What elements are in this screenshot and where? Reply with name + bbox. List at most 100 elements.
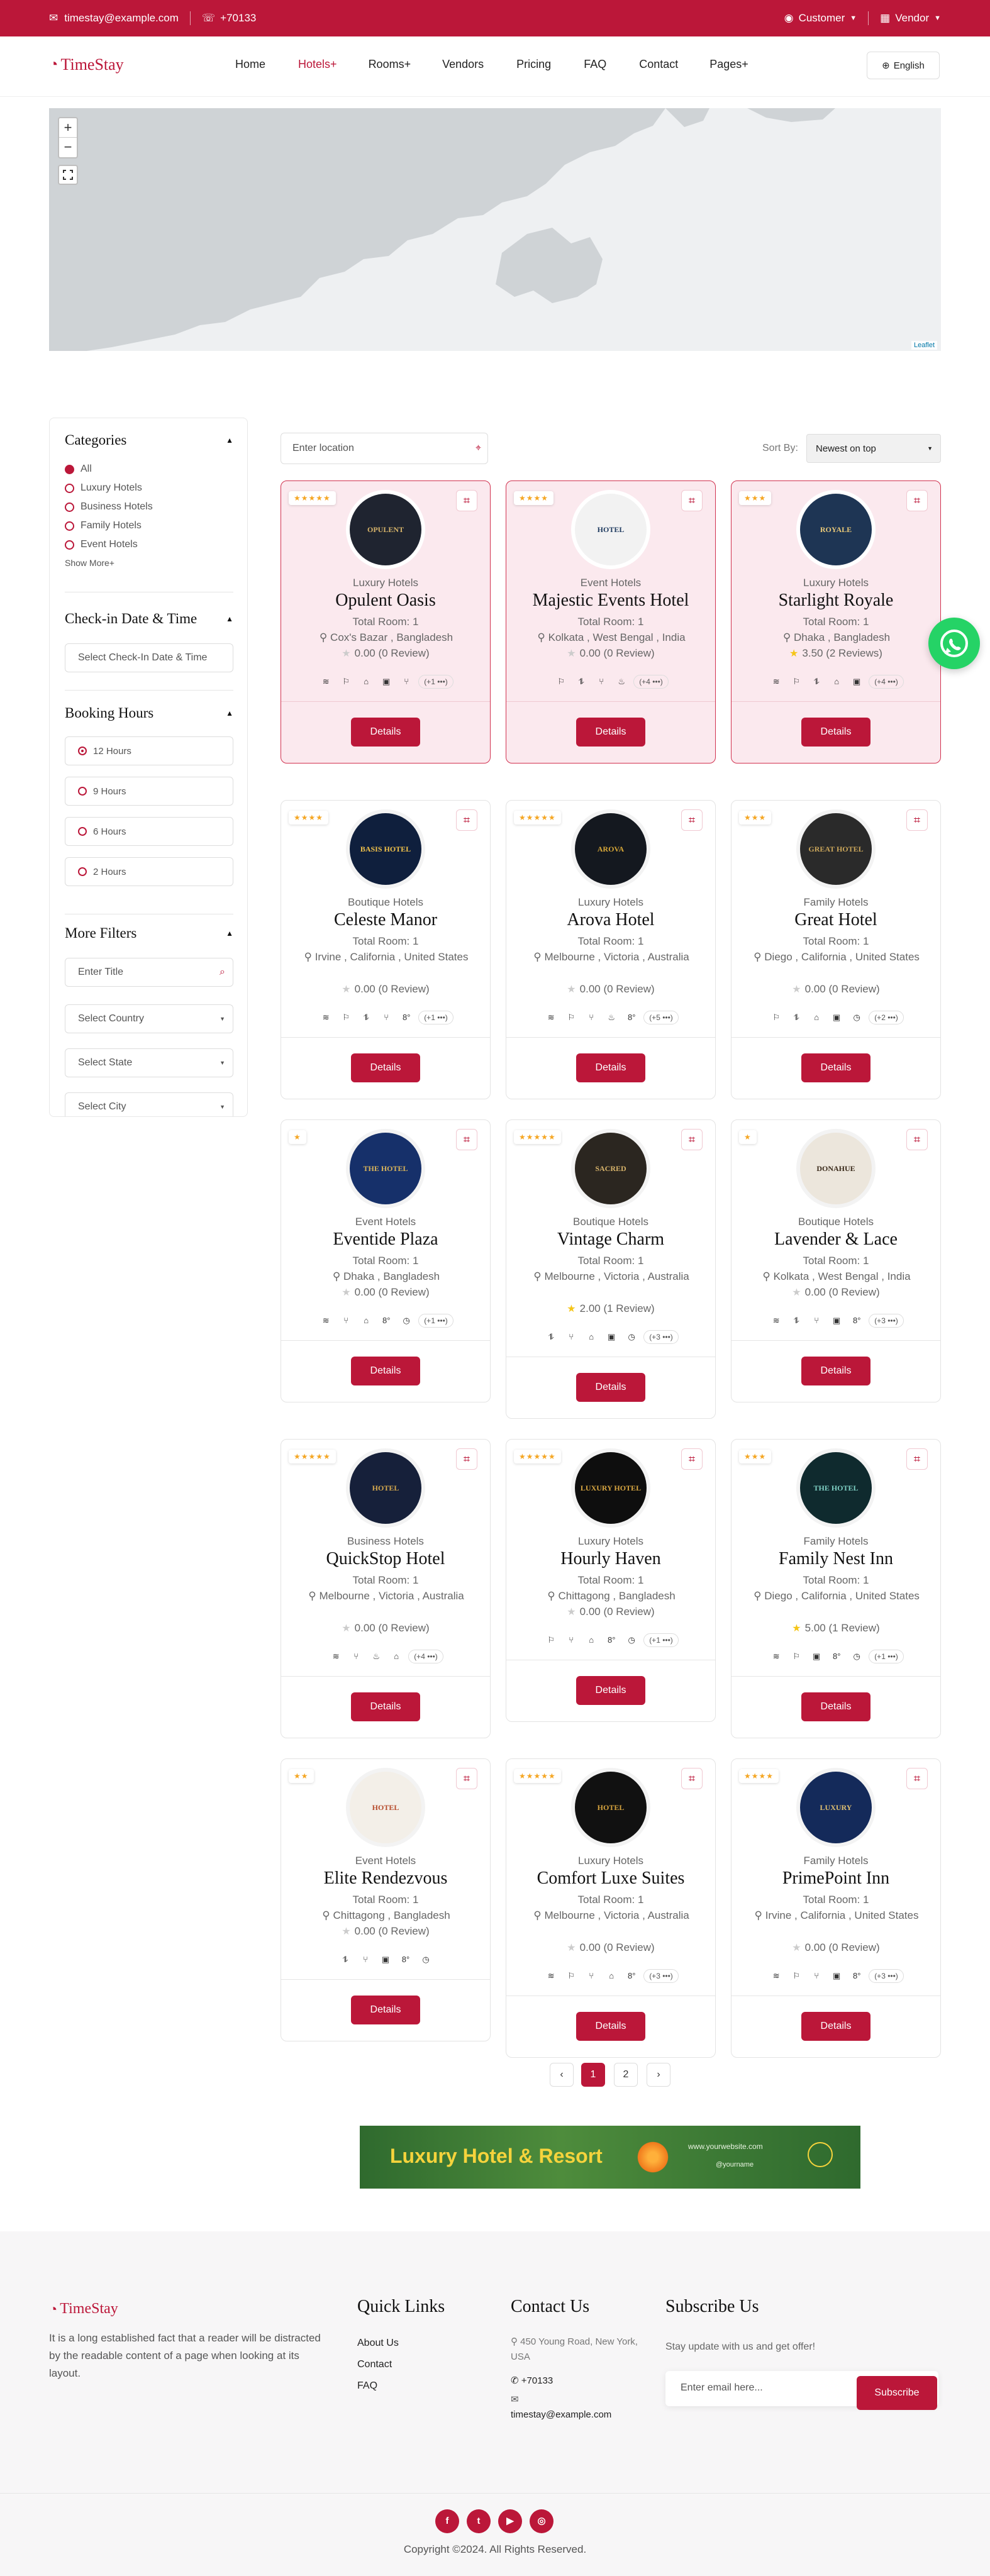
hotel-card[interactable]: ★★★★★ ⌗ HOTEL Business Hotels QuickStop …	[281, 1439, 491, 1738]
footer-link-contact[interactable]: Contact	[357, 2356, 392, 2373]
hotel-card[interactable]: ★★★★ ⌗ LUXURY Family Hotels PrimePoint I…	[731, 1758, 941, 2058]
hotel-card[interactable]: ★★★ ⌗ ROYALE Luxury Hotels Starlight Roy…	[731, 480, 941, 763]
zoom-out-button[interactable]: −	[59, 138, 77, 157]
customer-dropdown[interactable]: Customer	[799, 12, 845, 25]
facebook-icon[interactable]: f	[435, 2509, 459, 2533]
hotel-name[interactable]: Opulent Oasis	[281, 591, 490, 611]
checkin-header[interactable]: Check-in Date & Time ▲	[65, 611, 233, 627]
bookmark-button[interactable]: ⌗	[456, 490, 477, 511]
twitter-icon[interactable]: t	[467, 2509, 491, 2533]
more-amenities-badge[interactable]: (+1 •••)	[418, 1011, 453, 1024]
nav-item-pricing[interactable]: Pricing	[516, 58, 551, 71]
leaflet-link[interactable]: Leaflet	[914, 341, 935, 349]
city-select[interactable]: Select City ▼	[65, 1092, 233, 1116]
nav-item-pages[interactable]: Pages+	[709, 58, 748, 71]
hours-option-9[interactable]: 9 Hours	[65, 777, 233, 806]
more-amenities-badge[interactable]: (+2 •••)	[869, 1011, 904, 1024]
hotel-name[interactable]: Vintage Charm	[506, 1230, 715, 1250]
details-button[interactable]: Details	[576, 2012, 645, 2041]
map[interactable]: + − Leaflet	[49, 108, 941, 351]
booking-header[interactable]: Booking Hours ▲	[65, 705, 233, 721]
hotel-card[interactable]: ★★★★★ ⌗ HOTEL Luxury Hotels Comfort Luxe…	[506, 1758, 716, 2058]
category-all[interactable]: All	[65, 464, 153, 475]
footer-link-about[interactable]: About Us	[357, 2334, 399, 2352]
hotel-name[interactable]: Arova Hotel	[506, 910, 715, 930]
filters-header[interactable]: More Filters ▲	[65, 925, 233, 941]
more-amenities-badge[interactable]: (+1 •••)	[418, 675, 453, 689]
categories-header[interactable]: Categories ▲	[65, 432, 233, 448]
more-amenities-badge[interactable]: (+3 •••)	[869, 1314, 904, 1328]
topbar-email[interactable]: timestay@example.com	[64, 12, 179, 25]
title-search-input[interactable]: Enter Title ⌕	[65, 958, 233, 987]
bookmark-button[interactable]: ⌗	[456, 1768, 477, 1789]
fullscreen-button[interactable]	[58, 165, 78, 185]
country-select[interactable]: Select Country ▼	[65, 1004, 233, 1033]
footer-email[interactable]: timestay@example.com	[511, 2406, 611, 2424]
topbar-phone[interactable]: +70133	[220, 12, 256, 25]
sort-select[interactable]: Newest on top ▼	[806, 434, 941, 463]
more-amenities-badge[interactable]: (+3 •••)	[643, 1969, 679, 1983]
instagram-icon[interactable]: ◎	[530, 2509, 553, 2533]
hotel-card[interactable]: ★ ⌗ THE HOTEL Event Hotels Eventide Plaz…	[281, 1119, 491, 1402]
next-page-button[interactable]: ›	[647, 2063, 670, 2087]
hotel-card[interactable]: ★★★★ ⌗ BASIS HOTEL Boutique Hotels Celes…	[281, 800, 491, 1099]
category-event[interactable]: Event Hotels	[65, 539, 153, 550]
hotel-card[interactable]: ★★★★★ ⌗ AROVA Luxury Hotels Arova Hotel …	[506, 800, 716, 1099]
prev-page-button[interactable]: ‹	[550, 2063, 574, 2087]
hotel-card[interactable]: ★★★★★ ⌗ LUXURY HOTEL Luxury Hotels Hourl…	[506, 1439, 716, 1722]
more-amenities-badge[interactable]: (+1 •••)	[418, 1314, 453, 1328]
more-amenities-badge[interactable]: (+3 •••)	[643, 1330, 679, 1344]
details-button[interactable]: Details	[351, 1692, 420, 1721]
nav-item-home[interactable]: Home	[235, 58, 265, 71]
details-button[interactable]: Details	[351, 718, 420, 747]
more-amenities-badge[interactable]: (+1 •••)	[643, 1633, 679, 1647]
map-attribution[interactable]: Leaflet	[911, 341, 937, 350]
details-button[interactable]: Details	[351, 1053, 420, 1082]
logo[interactable]: ◔ TimeStay	[49, 55, 124, 74]
show-more-link[interactable]: Show More+	[65, 558, 153, 568]
state-select[interactable]: Select State ▼	[65, 1048, 233, 1077]
subscribe-button[interactable]: Subscribe	[857, 2376, 937, 2410]
footer-link-faq[interactable]: FAQ	[357, 2377, 377, 2395]
footer-phone[interactable]: ✆ +70133	[511, 2372, 553, 2390]
hotel-card[interactable]: ★★★ ⌗ GREAT HOTEL Family Hotels Great Ho…	[731, 800, 941, 1099]
hours-option-6[interactable]: 6 Hours	[65, 817, 233, 846]
location-input[interactable]: Enter location ⌖	[281, 433, 488, 464]
details-button[interactable]: Details	[801, 1357, 870, 1385]
vendor-dropdown[interactable]: Vendor	[895, 12, 929, 25]
hotel-name[interactable]: Starlight Royale	[731, 591, 940, 611]
hotel-name[interactable]: Elite Rendezvous	[281, 1868, 490, 1889]
more-amenities-badge[interactable]: (+4 •••)	[408, 1650, 443, 1663]
nav-item-contact[interactable]: Contact	[639, 58, 678, 71]
bookmark-button[interactable]: ⌗	[681, 1448, 703, 1470]
bookmark-button[interactable]: ⌗	[906, 1448, 928, 1470]
category-luxury[interactable]: Luxury Hotels	[65, 482, 153, 494]
details-button[interactable]: Details	[351, 1996, 420, 2024]
hotel-name[interactable]: Great Hotel	[731, 910, 940, 930]
hotel-name[interactable]: QuickStop Hotel	[281, 1549, 490, 1569]
more-amenities-badge[interactable]: (+3 •••)	[869, 1969, 904, 1983]
hours-option-12[interactable]: 12 Hours	[65, 736, 233, 765]
more-amenities-badge[interactable]: (+4 •••)	[869, 675, 904, 689]
youtube-icon[interactable]: ▶	[498, 2509, 522, 2533]
bookmark-button[interactable]: ⌗	[906, 490, 928, 511]
details-button[interactable]: Details	[351, 1357, 420, 1385]
details-button[interactable]: Details	[801, 2012, 870, 2041]
bookmark-button[interactable]: ⌗	[906, 1129, 928, 1150]
bookmark-button[interactable]: ⌗	[456, 1129, 477, 1150]
hotel-name[interactable]: Lavender & Lace	[731, 1230, 940, 1250]
hotel-card[interactable]: ★★★★★ ⌗ OPULENT Luxury Hotels Opulent Oa…	[281, 480, 491, 763]
details-button[interactable]: Details	[801, 718, 870, 747]
details-button[interactable]: Details	[576, 718, 645, 747]
hotel-card[interactable]: ★ ⌗ DONAHUE Boutique Hotels Lavender & L…	[731, 1119, 941, 1402]
hotel-name[interactable]: Family Nest Inn	[731, 1549, 940, 1569]
bookmark-button[interactable]: ⌗	[681, 809, 703, 831]
hotel-card[interactable]: ★★★★★ ⌗ SACRED Boutique Hotels Vintage C…	[506, 1119, 716, 1419]
checkin-input[interactable]: Select Check-In Date & Time	[65, 643, 233, 672]
details-button[interactable]: Details	[576, 1373, 645, 1402]
more-amenities-badge[interactable]: (+4 •••)	[633, 675, 669, 689]
bookmark-button[interactable]: ⌗	[681, 490, 703, 511]
nav-item-rooms[interactable]: Rooms+	[369, 58, 411, 71]
nav-item-hotels[interactable]: Hotels+	[298, 58, 337, 71]
page-1-button[interactable]: 1	[581, 2063, 605, 2087]
